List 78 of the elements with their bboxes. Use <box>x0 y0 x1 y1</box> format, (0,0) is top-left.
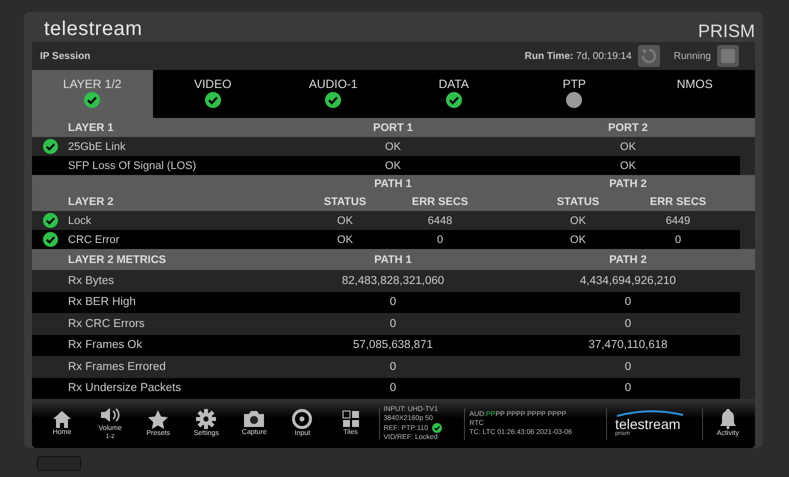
running-status: Running <box>674 50 711 62</box>
hardware-button[interactable] <box>37 456 81 471</box>
table-cell-text: 6448 <box>426 214 454 226</box>
row-label: Rx Frames Ok <box>68 339 142 352</box>
table-cell-text: OK <box>336 234 354 246</box>
reset-icon <box>640 47 658 65</box>
row-label: CRC Error <box>68 234 120 246</box>
table-cell-text: 57,085,638,871 <box>352 339 434 352</box>
column-header: LAYER 2 <box>68 196 114 208</box>
check-icon <box>325 92 342 108</box>
row-label: Lock <box>68 214 92 226</box>
column-header: PORT 1 <box>372 122 414 134</box>
column-header: LAYER 1 <box>68 122 114 134</box>
settings-icon <box>196 409 216 429</box>
table-cell-text: OK <box>619 160 637 172</box>
tab[interactable]: VIDEO <box>152 70 273 118</box>
product-name: PRISM <box>698 20 755 42</box>
column-header: LAYER 2 METRICS <box>68 254 166 266</box>
table-cell-text: 37,470,110,618 <box>587 339 669 352</box>
column-header: PATH 2 <box>608 254 648 266</box>
brand-logo: telestream <box>615 417 682 431</box>
table-cell-text: 6449 <box>664 214 692 226</box>
table-cell-text: OK <box>336 214 354 226</box>
check-icon <box>204 92 221 108</box>
column-header: PORT 2 <box>607 122 649 134</box>
table-cell-text: 4,434,694,926,210 <box>579 274 677 287</box>
session-title: IP Session <box>40 50 90 62</box>
row-label: Rx BER High <box>68 296 136 308</box>
table-cell-text: 0 <box>624 382 632 394</box>
stop-icon <box>721 49 735 63</box>
disc-icon <box>292 409 312 429</box>
table-cell-text: 0 <box>388 318 398 330</box>
run-time: Run Time: 7d, 00:19:14 <box>524 50 632 62</box>
stop-button[interactable] <box>717 45 739 67</box>
column-header: ERR SECS <box>410 196 470 208</box>
group-header: PATH 1 <box>373 178 413 190</box>
row-label: Rx Undersize Packets <box>68 382 182 394</box>
table-cell-text: OK <box>569 234 587 246</box>
table-cell-text: 0 <box>436 234 444 246</box>
check-icon <box>84 92 100 108</box>
tab[interactable]: NMOS <box>634 70 755 118</box>
home-icon <box>52 410 72 428</box>
row-label: Rx Frames Errored <box>68 360 166 373</box>
column-header: ERR SECS <box>648 196 708 208</box>
table-cell-text: OK <box>619 140 637 152</box>
tiles-icon <box>342 410 360 428</box>
speaker-icon <box>100 406 120 424</box>
tab[interactable]: AUDIO-1 <box>273 70 394 118</box>
column-header: STATUS <box>556 196 600 208</box>
table-cell-text: 0 <box>388 382 398 394</box>
table-cell-text: 0 <box>388 360 398 373</box>
tab[interactable]: LAYER 1/2 <box>32 70 152 118</box>
row-label: Rx Bytes <box>68 274 114 287</box>
column-header: PATH 1 <box>373 254 413 266</box>
star-icon <box>148 410 168 428</box>
status-dot-icon <box>566 92 582 108</box>
row-label: Rx CRC Errors <box>68 318 145 330</box>
group-header: PATH 2 <box>608 178 648 190</box>
table-cell-text: 0 <box>388 296 398 308</box>
brand-logo: telestream <box>44 17 142 42</box>
table-cell-text: OK <box>384 160 402 172</box>
tab[interactable]: PTP <box>514 70 634 118</box>
table-cell-text: OK <box>384 140 402 152</box>
swoosh-icon <box>615 410 686 417</box>
table-cell-text: OK <box>569 214 587 226</box>
table-cell-text: 0 <box>624 318 632 330</box>
table-cell-text: 0 <box>674 234 682 246</box>
camera-icon <box>243 410 266 428</box>
row-label: 25GbE Link <box>68 140 126 152</box>
table-cell-text: 0 <box>624 360 632 373</box>
check-icon <box>446 92 462 108</box>
column-header: STATUS <box>322 196 368 208</box>
tab[interactable]: DATA <box>394 70 514 118</box>
table-cell-text: 82,483,828,321,060 <box>340 274 446 287</box>
bell-icon <box>718 409 737 429</box>
reset-button[interactable] <box>638 45 660 67</box>
row-label: SFP Loss Of Signal (LOS) <box>68 160 196 172</box>
table-cell-text: 0 <box>624 296 632 308</box>
